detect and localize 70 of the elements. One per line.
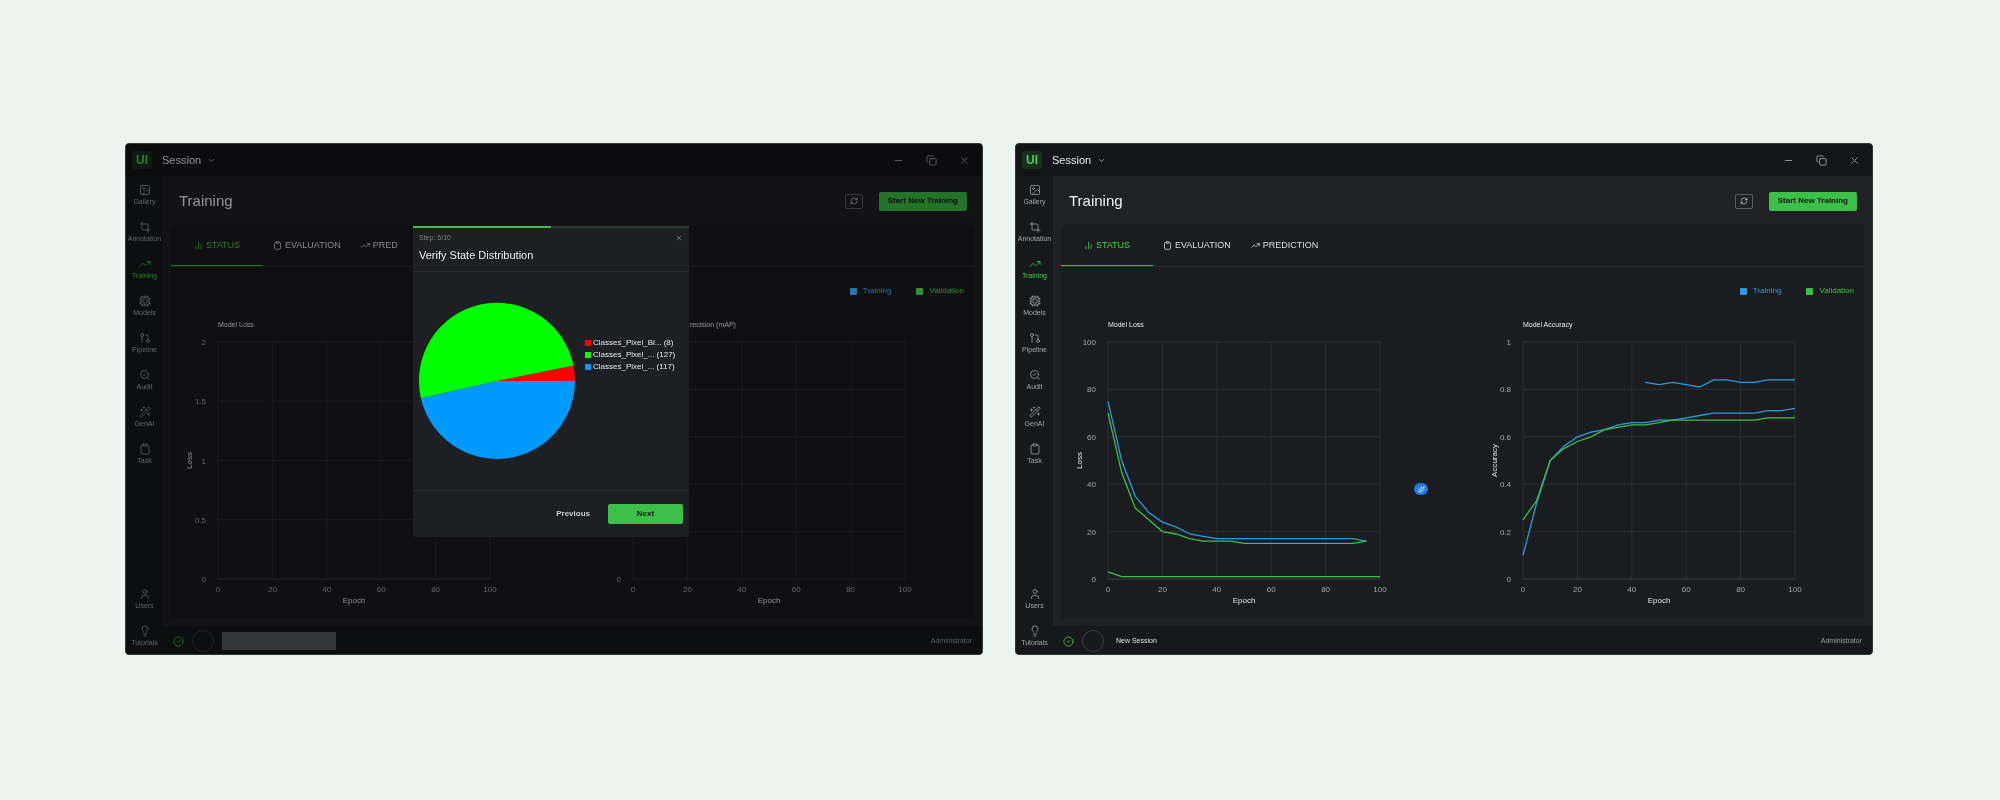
axis-label: Loss (185, 452, 194, 469)
axis-tick-label: 20 (1572, 585, 1582, 594)
tab[interactable]: EVALUATION (263, 226, 351, 266)
axis-label: Epoch (342, 596, 366, 605)
axis-tick-label: 0 (1105, 585, 1111, 594)
axis-tick-label: 0 (1091, 575, 1096, 584)
previous-button[interactable]: Previous (552, 508, 594, 520)
axis-tick-label: 20 (682, 585, 692, 594)
axis-tick-label: 40 (1627, 585, 1637, 594)
axis-tick-label: 100 (1373, 585, 1387, 594)
axis-tick-label: 1 (201, 456, 206, 466)
axis-tick-label: 80 (1321, 585, 1331, 594)
window-title: Session (1052, 152, 1092, 168)
legend-label: Classes_Pixel_... (117) (593, 362, 675, 372)
tab[interactable]: EVALUATION (1153, 226, 1241, 266)
tab[interactable]: PRED (350, 226, 408, 266)
legend-label: Training (1752, 285, 1782, 297)
axis-tick-label: 40 (322, 585, 332, 594)
axis-tick-label: 100 (1082, 338, 1096, 347)
legend-label: Classes_Pixel_... (127) (593, 350, 676, 360)
axis-tick-label: 0 (1520, 585, 1526, 594)
axis-tick-label: 0 (1506, 575, 1511, 584)
axis-tick-label: 60 (376, 585, 386, 594)
next-button[interactable]: Next (608, 504, 683, 524)
tab[interactable]: PREDICTION (1240, 226, 1329, 266)
axis-tick-label: 0.2 (1499, 527, 1511, 537)
tab[interactable]: STATUS (1061, 226, 1153, 266)
page-title: Training (1069, 190, 1123, 211)
app-logo: UI (1022, 151, 1042, 169)
axis-tick-label: 0 (215, 585, 221, 594)
axis-tick-label: 0.6 (1499, 432, 1511, 442)
axis-tick-label: 80 (1087, 385, 1096, 395)
axis-tick-label: 0 (630, 585, 636, 594)
axis-label: Epoch (1232, 596, 1256, 605)
axis-tick-label: 0.4 (1499, 480, 1511, 490)
axis-label: Loss (1075, 452, 1084, 469)
axis-tick-label: 100 (483, 585, 497, 594)
tab[interactable]: STATUS (171, 226, 263, 266)
axis-label: Epoch (757, 596, 781, 605)
axis-label: Epoch (1647, 596, 1671, 605)
axis-tick-label: 60 (1087, 432, 1096, 442)
axis-tick-label: 1.5 (194, 397, 206, 407)
axis-tick-label: 40 (1212, 585, 1222, 594)
axis-tick-label: 20 (267, 585, 277, 594)
window-title: Session (162, 152, 202, 168)
axis-tick-label: 40 (737, 585, 747, 594)
axis-tick-label: 20 (1157, 585, 1167, 594)
legend-label: Validation (1819, 285, 1854, 297)
axis-tick-label: 20 (1087, 527, 1096, 537)
axis-tick-label: 80 (846, 585, 856, 594)
axis-tick-label: 40 (1087, 480, 1096, 490)
axis-tick-label: 1 (1506, 338, 1511, 347)
start-training-button[interactable]: Start New Training (1768, 191, 1857, 211)
axis-label: Accuracy (1490, 444, 1499, 477)
axis-tick-label: 100 (898, 585, 912, 594)
legend-label: Training (862, 285, 892, 297)
axis-tick-label: 80 (431, 585, 441, 594)
axis-tick-label: 100 (1788, 585, 1802, 594)
axis-tick-label: 60 (1681, 585, 1691, 594)
axis-tick-label: 60 (1266, 585, 1276, 594)
page-title: Training (179, 190, 233, 211)
axis-tick-label: 2 (201, 338, 206, 347)
axis-tick-label: 80 (1736, 585, 1746, 594)
axis-tick-label: 0.8 (1499, 385, 1511, 395)
axis-tick-label: 60 (791, 585, 801, 594)
axis-tick-label: 0.5 (194, 515, 206, 525)
app-logo: UI (132, 151, 152, 169)
legend-label: Classes_Pixel_Bi... (8) (593, 338, 674, 348)
dialog-title: Verify State Distribution (418, 247, 535, 263)
legend-label: Validation (929, 285, 964, 297)
